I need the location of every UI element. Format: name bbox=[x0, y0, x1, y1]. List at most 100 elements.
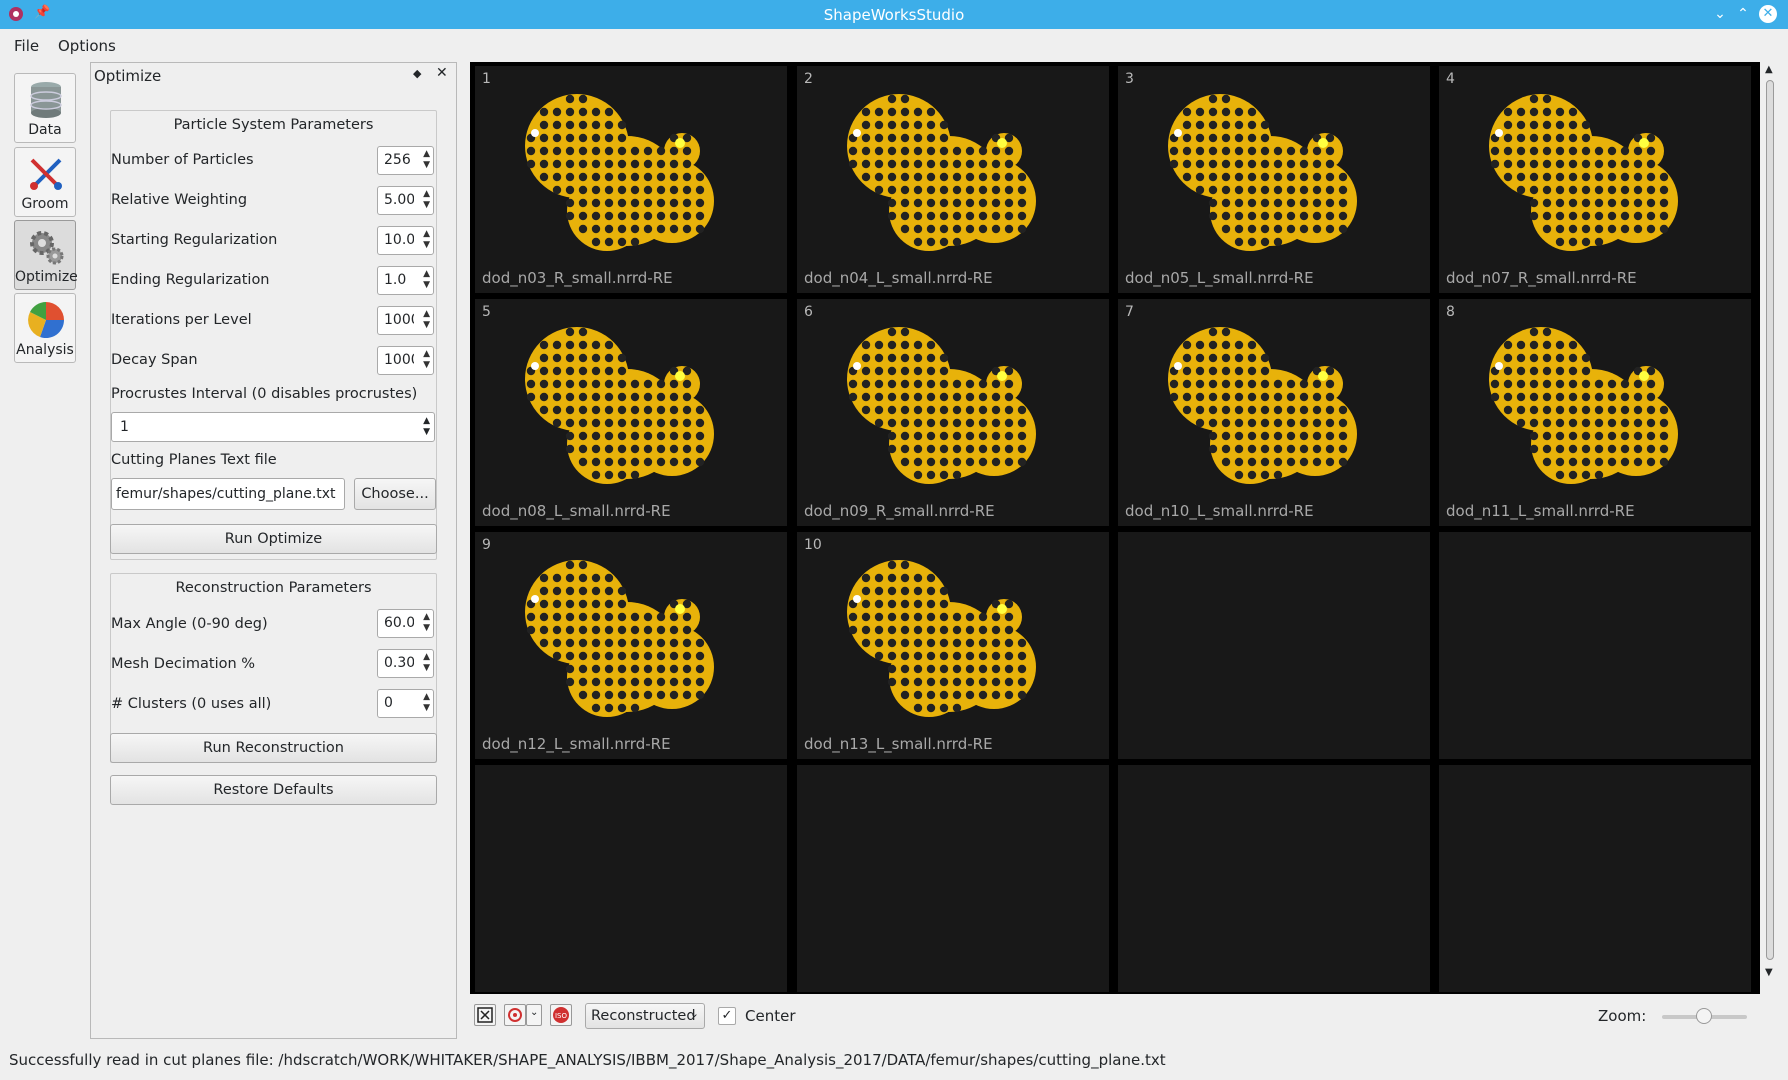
viewer-tile[interactable] bbox=[1118, 532, 1430, 759]
viewer-tile[interactable]: 4 dod_n07_R_small.nrrd-RE bbox=[1439, 66, 1751, 293]
femur-shape-mesh bbox=[1168, 327, 1357, 484]
femur-shape-mesh bbox=[847, 94, 1036, 251]
starting-regularization-label: Starting Regularization bbox=[111, 232, 278, 248]
isosurface-icon[interactable]: ISO bbox=[550, 1004, 572, 1026]
ending-regularization-spinbox[interactable]: 1.0 ▲ ▼ bbox=[377, 266, 434, 295]
procrustes-interval-label: Procrustes Interval (0 disables procrust… bbox=[111, 386, 418, 402]
tile-number: 10 bbox=[804, 537, 822, 553]
number-of-particles-spinbox[interactable]: 256 ▲ ▼ bbox=[377, 146, 434, 175]
pie-chart-icon bbox=[28, 302, 65, 339]
viewer-tile[interactable]: 2 dod_n04_L_small.nrrd-RE bbox=[797, 66, 1109, 293]
spin-arrows-icon[interactable]: ▲ ▼ bbox=[423, 349, 430, 371]
femur-shape-mesh bbox=[847, 560, 1036, 717]
tile-number: 5 bbox=[482, 304, 491, 320]
autoview-icon[interactable] bbox=[474, 1004, 496, 1026]
tile-filename: dod_n05_L_small.nrrd-RE bbox=[1125, 269, 1314, 287]
viewer-tile[interactable]: 3 dod_n05_L_small.nrrd-RE bbox=[1118, 66, 1430, 293]
tile-filename: dod_n12_L_small.nrrd-RE bbox=[482, 735, 671, 753]
menu-bar: File Options bbox=[0, 29, 1788, 62]
procrustes-interval-spinbox[interactable]: 1 ▲ ▼ bbox=[111, 412, 435, 442]
tile-filename: dod_n09_R_small.nrrd-RE bbox=[804, 502, 995, 520]
float-panel-icon[interactable]: ◆ bbox=[413, 67, 421, 80]
iterations-per-level-spinbox[interactable]: 1000 ▲▼ bbox=[377, 306, 434, 335]
viewer-tile[interactable]: 7 dod_n10_L_small.nrrd-RE bbox=[1118, 299, 1430, 526]
chevron-down-icon: ⌄ bbox=[689, 1007, 699, 1020]
viewer-toolbar: ⌄ ISO Reconstructed ⌄ ✓ Center Zoom: bbox=[470, 998, 1760, 1038]
recon-group-title: Reconstruction Parameters bbox=[175, 580, 372, 596]
tile-number: 7 bbox=[1125, 304, 1134, 320]
tool-groom-button[interactable]: Groom bbox=[14, 147, 76, 217]
tool-analysis-label: Analysis bbox=[16, 342, 74, 358]
cutting-planes-file-input[interactable]: femur/shapes/cutting_plane.txt bbox=[111, 478, 345, 510]
tool-optimize-label: Optimize bbox=[15, 269, 78, 285]
menu-options[interactable]: Options bbox=[58, 37, 116, 55]
spin-arrows-icon[interactable]: ▲ ▼ bbox=[423, 149, 430, 171]
spin-arrows-icon[interactable]: ▲ ▼ bbox=[423, 416, 430, 438]
spin-arrows-icon[interactable]: ▲ ▼ bbox=[423, 652, 430, 674]
spin-arrows-icon[interactable]: ▲ ▼ bbox=[423, 309, 430, 331]
window-title: ShapeWorksStudio bbox=[823, 6, 965, 24]
menu-file[interactable]: File bbox=[14, 37, 39, 55]
close-panel-icon[interactable]: ✕ bbox=[436, 65, 448, 81]
relative-weighting-spinbox[interactable]: 5.00 ▲ ▼ bbox=[377, 186, 434, 215]
spin-arrows-icon[interactable]: ▲ ▼ bbox=[423, 189, 430, 211]
maximize-icon[interactable]: ⌃ bbox=[1733, 4, 1753, 24]
scroll-down-icon[interactable]: ▼ bbox=[1765, 967, 1773, 978]
tile-filename: dod_n13_L_small.nrrd-RE bbox=[804, 735, 993, 753]
viewer-tile[interactable] bbox=[1118, 765, 1430, 992]
gears-icon bbox=[30, 231, 64, 265]
glyph-options-dropdown-icon[interactable]: ⌄ bbox=[526, 1004, 542, 1026]
tool-data-button[interactable]: Data bbox=[14, 73, 76, 143]
viewer-tile[interactable]: 6 dod_n09_R_small.nrrd-RE bbox=[797, 299, 1109, 526]
clusters-spinbox[interactable]: 0 ▲ ▼ bbox=[377, 689, 434, 718]
tool-optimize-button[interactable]: Optimize bbox=[14, 220, 78, 290]
mesh-decimation-spinbox[interactable]: 0.30 ▲ ▼ bbox=[377, 649, 434, 678]
scroll-up-icon[interactable]: ▲ bbox=[1765, 64, 1773, 75]
choose-file-button[interactable]: Choose... bbox=[354, 478, 436, 510]
glyph-view-icon[interactable] bbox=[504, 1004, 526, 1026]
run-reconstruction-button[interactable]: Run Reconstruction bbox=[110, 733, 437, 763]
tile-filename: dod_n11_L_small.nrrd-RE bbox=[1446, 502, 1635, 520]
viewer-tile[interactable] bbox=[797, 765, 1109, 992]
database-icon bbox=[30, 82, 62, 118]
viewer-scrollbar[interactable]: ▲ ▼ bbox=[1762, 62, 1778, 994]
display-mode-select[interactable]: Reconstructed ⌄ bbox=[585, 1003, 705, 1029]
max-angle-spinbox[interactable]: 60.00 ▲▼ bbox=[377, 609, 434, 638]
tile-number: 4 bbox=[1446, 71, 1455, 87]
viewer-tile[interactable]: 8 dod_n11_L_small.nrrd-RE bbox=[1439, 299, 1751, 526]
minimize-icon[interactable]: ⌄ bbox=[1710, 4, 1730, 24]
restore-defaults-button[interactable]: Restore Defaults bbox=[110, 775, 437, 805]
starting-regularization-spinbox[interactable]: 10.0 ▲ ▼ bbox=[377, 226, 434, 255]
decay-span-spinbox[interactable]: 1000 ▲▼ bbox=[377, 346, 434, 375]
title-bar: 📌 ShapeWorksStudio ⌄ ⌃ ✕ bbox=[0, 0, 1788, 29]
tile-number: 9 bbox=[482, 537, 491, 553]
tile-filename: dod_n10_L_small.nrrd-RE bbox=[1125, 502, 1314, 520]
tool-analysis-button[interactable]: Analysis bbox=[14, 293, 76, 363]
viewer-tile[interactable]: 10 dod_n13_L_small.nrrd-RE bbox=[797, 532, 1109, 759]
viewer-tile[interactable]: 1 dod_n03_R_small.nrrd-RE bbox=[475, 66, 787, 293]
center-label: Center bbox=[745, 1007, 796, 1025]
spin-arrows-icon[interactable]: ▲ ▼ bbox=[423, 692, 430, 714]
viewer-tile[interactable]: 9 dod_n12_L_small.nrrd-RE bbox=[475, 532, 787, 759]
zoom-label: Zoom: bbox=[1598, 1007, 1647, 1025]
center-checkbox[interactable]: ✓ bbox=[718, 1007, 736, 1025]
close-icon[interactable]: ✕ bbox=[1759, 5, 1777, 23]
viewer-tile[interactable]: 5 dod_n08_L_small.nrrd-RE bbox=[475, 299, 787, 526]
status-message: Successfully read in cut planes file: /h… bbox=[9, 1051, 1166, 1069]
femur-shape-mesh bbox=[525, 94, 714, 251]
svg-text:ISO: ISO bbox=[555, 1012, 568, 1020]
shape-viewer[interactable]: 1 dod_n03_R_small.nrrd-RE 2 dod_n04_L_small… bbox=[470, 62, 1760, 994]
panel-title: Optimize bbox=[94, 67, 162, 85]
run-optimize-button[interactable]: Run Optimize bbox=[110, 524, 437, 554]
viewer-tile[interactable] bbox=[1439, 765, 1751, 992]
tile-filename: dod_n07_R_small.nrrd-RE bbox=[1446, 269, 1637, 287]
clusters-label: # Clusters (0 uses all) bbox=[111, 696, 272, 712]
spin-arrows-icon[interactable]: ▲ ▼ bbox=[423, 269, 430, 291]
spin-arrows-icon[interactable]: ▲ ▼ bbox=[423, 612, 430, 634]
viewer-tile[interactable] bbox=[1439, 532, 1751, 759]
zoom-slider-handle[interactable] bbox=[1696, 1008, 1712, 1024]
spin-arrows-icon[interactable]: ▲ ▼ bbox=[423, 229, 430, 251]
tile-number: 1 bbox=[482, 71, 491, 87]
scrollbar-handle[interactable] bbox=[1766, 80, 1774, 960]
viewer-tile[interactable] bbox=[475, 765, 787, 992]
